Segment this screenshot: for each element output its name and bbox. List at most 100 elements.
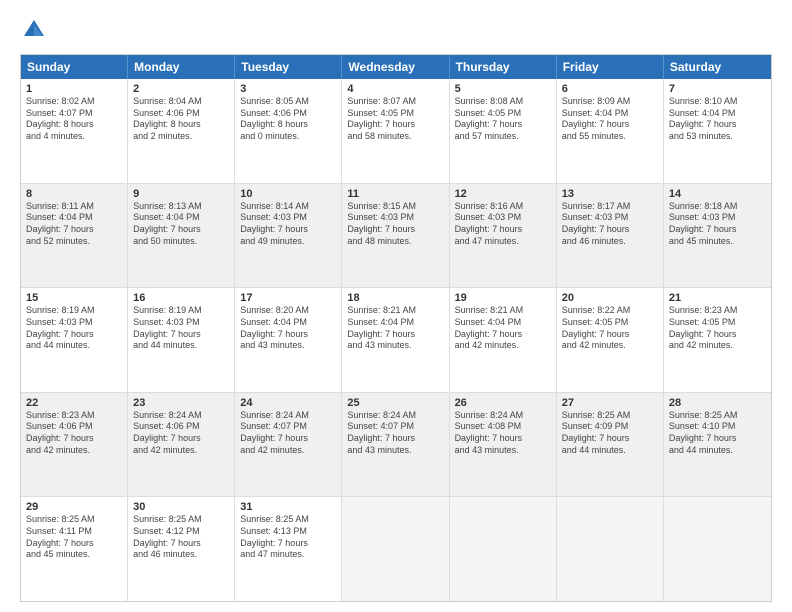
sunset-text: Sunset: 4:05 PM bbox=[347, 108, 443, 120]
sunrise-text: Sunrise: 8:09 AM bbox=[562, 96, 658, 108]
header-day-monday: Monday bbox=[128, 55, 235, 79]
daylight-text-cont: and 42 minutes. bbox=[133, 445, 229, 457]
sunrise-text: Sunrise: 8:15 AM bbox=[347, 201, 443, 213]
sunrise-text: Sunrise: 8:02 AM bbox=[26, 96, 122, 108]
logo-icon bbox=[20, 16, 48, 44]
daylight-text-cont: and 46 minutes. bbox=[562, 236, 658, 248]
daylight-text: Daylight: 7 hours bbox=[347, 329, 443, 341]
daylight-text-cont: and 43 minutes. bbox=[347, 340, 443, 352]
daylight-text: Daylight: 7 hours bbox=[455, 329, 551, 341]
daylight-text: Daylight: 7 hours bbox=[347, 119, 443, 131]
day-number: 9 bbox=[133, 188, 229, 200]
daylight-text-cont: and 42 minutes. bbox=[26, 445, 122, 457]
calendar-cell: 14Sunrise: 8:18 AMSunset: 4:03 PMDayligh… bbox=[664, 184, 771, 288]
day-number: 16 bbox=[133, 292, 229, 304]
daylight-text: Daylight: 7 hours bbox=[669, 224, 766, 236]
daylight-text: Daylight: 7 hours bbox=[562, 119, 658, 131]
day-number: 1 bbox=[26, 83, 122, 95]
calendar-row-1: 1Sunrise: 8:02 AMSunset: 4:07 PM Daylight… bbox=[21, 79, 771, 183]
calendar-row-2: 8Sunrise: 8:11 AMSunset: 4:04 PMDaylight… bbox=[21, 183, 771, 288]
sunrise-text: Sunrise: 8:08 AM bbox=[455, 96, 551, 108]
daylight-text: Daylight: 8 hours bbox=[240, 119, 336, 131]
sunset-text: Sunset: 4:07 PM bbox=[240, 421, 336, 433]
calendar-cell: 19Sunrise: 8:21 AMSunset: 4:04 PMDayligh… bbox=[450, 288, 557, 392]
calendar-cell: 29Sunrise: 8:25 AMSunset: 4:11 PMDayligh… bbox=[21, 497, 128, 601]
day-number: 23 bbox=[133, 397, 229, 409]
calendar-cell: 1Sunrise: 8:02 AMSunset: 4:07 PMDaylight… bbox=[21, 79, 128, 183]
sunset-text: Sunset: 4:04 PM bbox=[26, 212, 122, 224]
sunrise-text: Sunrise: 8:05 AM bbox=[240, 96, 336, 108]
header-day-thursday: Thursday bbox=[450, 55, 557, 79]
sunrise-text: Sunrise: 8:17 AM bbox=[562, 201, 658, 213]
daylight-text-cont: and 53 minutes. bbox=[669, 131, 766, 143]
calendar-cell: 26Sunrise: 8:24 AMSunset: 4:08 PMDayligh… bbox=[450, 393, 557, 497]
sunset-text: Sunset: 4:07 PM bbox=[26, 108, 122, 120]
daylight-text-cont: and 50 minutes. bbox=[133, 236, 229, 248]
daylight-text: Daylight: 7 hours bbox=[240, 433, 336, 445]
daylight-text-cont: and 55 minutes. bbox=[562, 131, 658, 143]
logo bbox=[20, 16, 52, 44]
daylight-text-cont: and 4 minutes. bbox=[26, 131, 122, 143]
sunrise-text: Sunrise: 8:07 AM bbox=[347, 96, 443, 108]
day-number: 20 bbox=[562, 292, 658, 304]
sunset-text: Sunset: 4:10 PM bbox=[669, 421, 766, 433]
daylight-text: Daylight: 7 hours bbox=[240, 329, 336, 341]
sunrise-text: Sunrise: 8:24 AM bbox=[240, 410, 336, 422]
sunrise-text: Sunrise: 8:25 AM bbox=[240, 514, 336, 526]
calendar-cell: 17Sunrise: 8:20 AMSunset: 4:04 PMDayligh… bbox=[235, 288, 342, 392]
daylight-text: Daylight: 7 hours bbox=[455, 224, 551, 236]
sunrise-text: Sunrise: 8:25 AM bbox=[562, 410, 658, 422]
daylight-text-cont: and 43 minutes. bbox=[240, 340, 336, 352]
sunset-text: Sunset: 4:11 PM bbox=[26, 526, 122, 538]
day-number: 5 bbox=[455, 83, 551, 95]
calendar-cell: 12Sunrise: 8:16 AMSunset: 4:03 PMDayligh… bbox=[450, 184, 557, 288]
sunset-text: Sunset: 4:04 PM bbox=[240, 317, 336, 329]
sunset-text: Sunset: 4:05 PM bbox=[455, 108, 551, 120]
sunrise-text: Sunrise: 8:24 AM bbox=[455, 410, 551, 422]
daylight-text: Daylight: 7 hours bbox=[669, 329, 766, 341]
sunrise-text: Sunrise: 8:25 AM bbox=[26, 514, 122, 526]
calendar-cell bbox=[342, 497, 449, 601]
calendar-cell: 21Sunrise: 8:23 AMSunset: 4:05 PMDayligh… bbox=[664, 288, 771, 392]
daylight-text-cont: and 58 minutes. bbox=[347, 131, 443, 143]
daylight-text: Daylight: 7 hours bbox=[133, 433, 229, 445]
sunrise-text: Sunrise: 8:21 AM bbox=[347, 305, 443, 317]
sunset-text: Sunset: 4:05 PM bbox=[562, 317, 658, 329]
day-number: 6 bbox=[562, 83, 658, 95]
daylight-text-cont: and 49 minutes. bbox=[240, 236, 336, 248]
sunrise-text: Sunrise: 8:22 AM bbox=[562, 305, 658, 317]
sunrise-text: Sunrise: 8:23 AM bbox=[26, 410, 122, 422]
calendar-cell: 23Sunrise: 8:24 AMSunset: 4:06 PMDayligh… bbox=[128, 393, 235, 497]
daylight-text: Daylight: 7 hours bbox=[26, 538, 122, 550]
sunrise-text: Sunrise: 8:24 AM bbox=[347, 410, 443, 422]
day-number: 3 bbox=[240, 83, 336, 95]
sunrise-text: Sunrise: 8:14 AM bbox=[240, 201, 336, 213]
sunrise-text: Sunrise: 8:19 AM bbox=[26, 305, 122, 317]
calendar-body: 1Sunrise: 8:02 AMSunset: 4:07 PMDaylight… bbox=[21, 79, 771, 601]
sunset-text: Sunset: 4:03 PM bbox=[240, 212, 336, 224]
daylight-text-cont: and 45 minutes. bbox=[26, 549, 122, 561]
calendar-cell: 13Sunrise: 8:17 AMSunset: 4:03 PMDayligh… bbox=[557, 184, 664, 288]
calendar-cell bbox=[557, 497, 664, 601]
sunset-text: Sunset: 4:03 PM bbox=[669, 212, 766, 224]
sunset-text: Sunset: 4:03 PM bbox=[455, 212, 551, 224]
calendar-cell: 4Sunrise: 8:07 AMSunset: 4:05 PMDaylight… bbox=[342, 79, 449, 183]
sunrise-text: Sunrise: 8:11 AM bbox=[26, 201, 122, 213]
daylight-text-cont: and 43 minutes. bbox=[347, 445, 443, 457]
calendar-cell: 20Sunrise: 8:22 AMSunset: 4:05 PMDayligh… bbox=[557, 288, 664, 392]
calendar-cell: 27Sunrise: 8:25 AMSunset: 4:09 PMDayligh… bbox=[557, 393, 664, 497]
daylight-text: Daylight: 7 hours bbox=[562, 224, 658, 236]
sunrise-text: Sunrise: 8:16 AM bbox=[455, 201, 551, 213]
day-number: 24 bbox=[240, 397, 336, 409]
sunset-text: Sunset: 4:03 PM bbox=[133, 317, 229, 329]
day-number: 4 bbox=[347, 83, 443, 95]
sunset-text: Sunset: 4:06 PM bbox=[133, 421, 229, 433]
day-number: 18 bbox=[347, 292, 443, 304]
sunset-text: Sunset: 4:03 PM bbox=[562, 212, 658, 224]
header-day-friday: Friday bbox=[557, 55, 664, 79]
sunset-text: Sunset: 4:03 PM bbox=[347, 212, 443, 224]
day-number: 10 bbox=[240, 188, 336, 200]
daylight-text: Daylight: 7 hours bbox=[240, 224, 336, 236]
sunrise-text: Sunrise: 8:21 AM bbox=[455, 305, 551, 317]
daylight-text-cont: and 2 minutes. bbox=[133, 131, 229, 143]
